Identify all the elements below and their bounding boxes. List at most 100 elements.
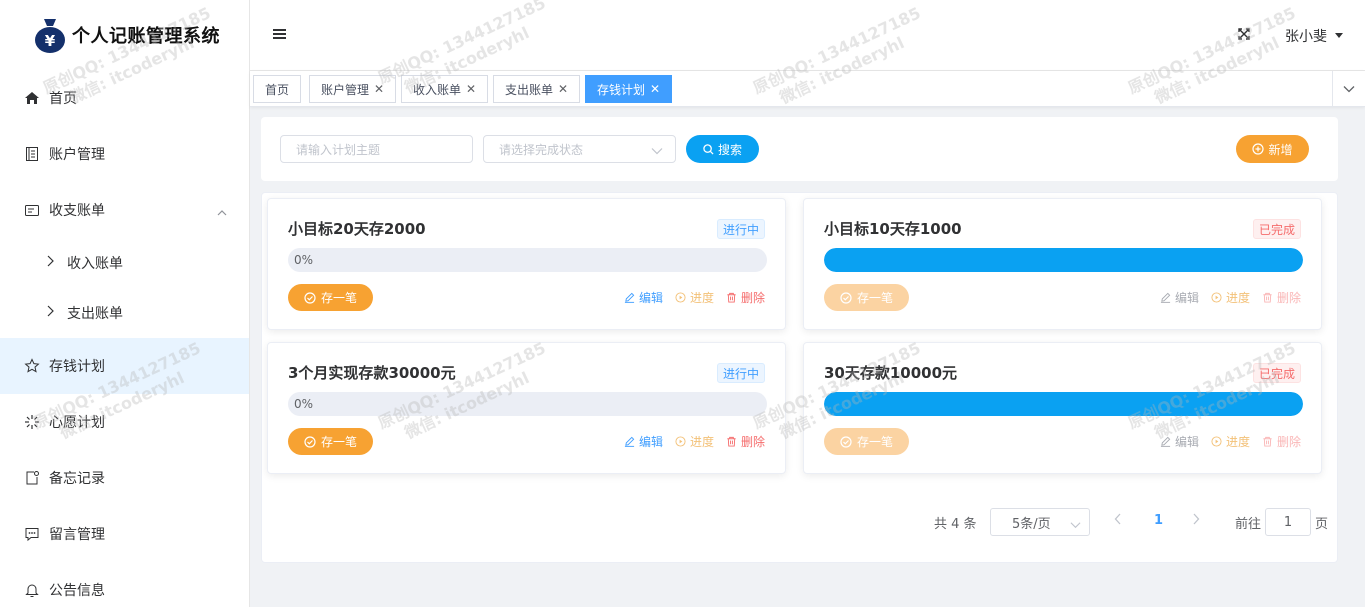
search-panel: 请输入计划主题 请选择完成状态 搜索 新增 bbox=[261, 117, 1338, 181]
sidebar-item-label: 公告信息 bbox=[49, 583, 105, 599]
user-name[interactable]: 张小斐 bbox=[1285, 26, 1327, 46]
close-icon[interactable]: ✕ bbox=[374, 82, 384, 96]
edit-button[interactable]: 编辑 bbox=[1160, 289, 1199, 306]
plan-actions: 编辑 进度 删除 bbox=[624, 289, 765, 306]
sidebar-item-label: 收入账单 bbox=[67, 256, 123, 272]
search-button[interactable]: 搜索 bbox=[686, 135, 759, 163]
progress-button[interactable]: 进度 bbox=[1211, 289, 1250, 306]
action-label: 编辑 bbox=[1174, 291, 1199, 305]
page-number-current[interactable]: 1 bbox=[1154, 513, 1163, 528]
sidebar-item-income[interactable]: 收入账单 bbox=[0, 238, 249, 288]
action-label: 删除 bbox=[740, 435, 765, 449]
sidebar-item-wish-plan[interactable]: 心愿计划 bbox=[0, 394, 249, 450]
sidebar-item-label: 首页 bbox=[49, 91, 77, 107]
app-logo: ¥ 个人记账管理系统 bbox=[0, 0, 249, 70]
action-label: 编辑 bbox=[638, 291, 663, 305]
sidebar-item-accounts[interactable]: 账户管理 bbox=[0, 126, 249, 182]
chevron-left-icon bbox=[1114, 513, 1121, 525]
delete-button[interactable]: 删除 bbox=[1262, 289, 1301, 306]
goto-page-input[interactable]: 1 bbox=[1265, 508, 1311, 536]
plan-title: 3个月实现存款30000元 bbox=[288, 364, 456, 382]
menu-toggle-icon[interactable] bbox=[273, 29, 286, 40]
edit-icon bbox=[624, 436, 635, 447]
chevron-right-icon bbox=[46, 305, 54, 321]
check-circle-icon bbox=[840, 291, 852, 304]
prev-page-button[interactable] bbox=[1114, 513, 1122, 529]
plan-actions: 编辑 进度 删除 bbox=[1160, 433, 1301, 450]
edit-button[interactable]: 编辑 bbox=[1160, 433, 1199, 450]
trash-icon bbox=[1263, 292, 1272, 303]
progress-button[interactable]: 进度 bbox=[1211, 433, 1250, 450]
plan-card: 3个月实现存款30000元 进行中 0% 存一笔 编辑 进度 删除 bbox=[267, 342, 786, 474]
progress-button[interactable]: 进度 bbox=[675, 433, 714, 450]
page-size-select[interactable]: 5条/页 bbox=[990, 508, 1090, 536]
tabs-dropdown-icon[interactable] bbox=[1332, 71, 1365, 107]
status-select[interactable]: 请选择完成状态 bbox=[483, 135, 676, 163]
save-money-button[interactable]: 存一笔 bbox=[288, 284, 373, 311]
edit-button[interactable]: 编辑 bbox=[624, 433, 663, 450]
sidebar-item-memo[interactable]: 备忘记录 bbox=[0, 450, 249, 506]
sidebar-item-bills[interactable]: 收支账单 bbox=[0, 182, 249, 238]
plan-actions: 编辑 进度 删除 bbox=[624, 433, 765, 450]
delete-button[interactable]: 删除 bbox=[726, 289, 765, 306]
sidebar-item-savings-plan[interactable]: 存钱计划 bbox=[0, 338, 249, 394]
svg-text:¥: ¥ bbox=[45, 32, 56, 50]
app-title: 个人记账管理系统 bbox=[72, 26, 220, 47]
save-money-button[interactable]: 存一笔 bbox=[824, 428, 909, 455]
sidebar-item-messages[interactable]: 留言管理 bbox=[0, 506, 249, 562]
status-badge: 进行中 bbox=[716, 363, 765, 383]
memo-icon bbox=[24, 470, 40, 486]
action-label: 进度 bbox=[689, 435, 714, 449]
progress-text: 0% bbox=[294, 253, 314, 267]
save-money-button[interactable]: 存一笔 bbox=[824, 284, 909, 311]
action-label: 进度 bbox=[689, 291, 714, 305]
close-icon[interactable]: ✕ bbox=[466, 82, 476, 96]
tab-label: 账户管理 bbox=[321, 82, 370, 97]
bill-icon bbox=[24, 202, 40, 218]
plan-card: 小目标10天存1000 已完成 存一笔 编辑 进度 删除 bbox=[803, 198, 1322, 330]
sidebar-item-label: 留言管理 bbox=[49, 527, 105, 543]
edit-icon bbox=[1160, 436, 1171, 447]
progress-text: 0% bbox=[294, 397, 314, 411]
tab-savings-plan[interactable]: 存钱计划 ✕ bbox=[585, 75, 673, 103]
home-icon bbox=[24, 90, 40, 106]
save-money-button[interactable]: 存一笔 bbox=[288, 428, 373, 455]
plan-title: 小目标20天存2000 bbox=[288, 220, 426, 238]
tags-bar: 首页 账户管理 ✕ 收入账单 ✕ 支出账单 ✕ 存钱计划 ✕ bbox=[250, 71, 1365, 107]
status-badge: 进行中 bbox=[716, 219, 765, 239]
delete-button[interactable]: 删除 bbox=[1262, 433, 1301, 450]
sidebar-item-expense[interactable]: 支出账单 bbox=[0, 288, 249, 338]
action-label: 编辑 bbox=[1174, 435, 1199, 449]
page-size-label: 5条/页 bbox=[1012, 516, 1051, 532]
star-icon bbox=[24, 358, 40, 374]
sidebar-item-label: 备忘记录 bbox=[49, 471, 105, 487]
pagination-total: 共 4 条 bbox=[934, 517, 977, 532]
tab-accounts[interactable]: 账户管理 ✕ bbox=[309, 75, 397, 103]
action-label: 进度 bbox=[1225, 291, 1250, 305]
add-button[interactable]: 新增 bbox=[1236, 135, 1309, 163]
play-circle-icon bbox=[1211, 436, 1222, 447]
chevron-right-icon bbox=[1193, 513, 1200, 525]
sidebar-item-home[interactable]: 首页 bbox=[0, 70, 249, 126]
tab-expense[interactable]: 支出账单 ✕ bbox=[493, 75, 581, 103]
edit-button[interactable]: 编辑 bbox=[624, 289, 663, 306]
close-icon[interactable]: ✕ bbox=[650, 82, 660, 96]
delete-button[interactable]: 删除 bbox=[726, 433, 765, 450]
next-page-button[interactable] bbox=[1192, 513, 1200, 529]
plan-title: 小目标10天存1000 bbox=[824, 220, 962, 238]
chevron-down-icon bbox=[651, 144, 663, 158]
sidebar-item-notices[interactable]: 公告信息 bbox=[0, 562, 249, 607]
tab-home[interactable]: 首页 bbox=[253, 75, 302, 103]
progress-button[interactable]: 进度 bbox=[675, 289, 714, 306]
trash-icon bbox=[727, 436, 736, 447]
fullscreen-icon[interactable] bbox=[1238, 28, 1250, 40]
bell-icon bbox=[24, 582, 40, 598]
close-icon[interactable]: ✕ bbox=[558, 82, 568, 96]
caret-down-icon[interactable] bbox=[1335, 33, 1343, 38]
sidebar-item-label: 存钱计划 bbox=[49, 359, 105, 375]
tab-income[interactable]: 收入账单 ✕ bbox=[401, 75, 489, 103]
plan-progress-bar bbox=[824, 248, 1303, 272]
search-icon bbox=[703, 143, 714, 155]
input-placeholder: 请输入计划主题 bbox=[296, 142, 381, 157]
topic-search-input[interactable]: 请输入计划主题 bbox=[280, 135, 473, 163]
